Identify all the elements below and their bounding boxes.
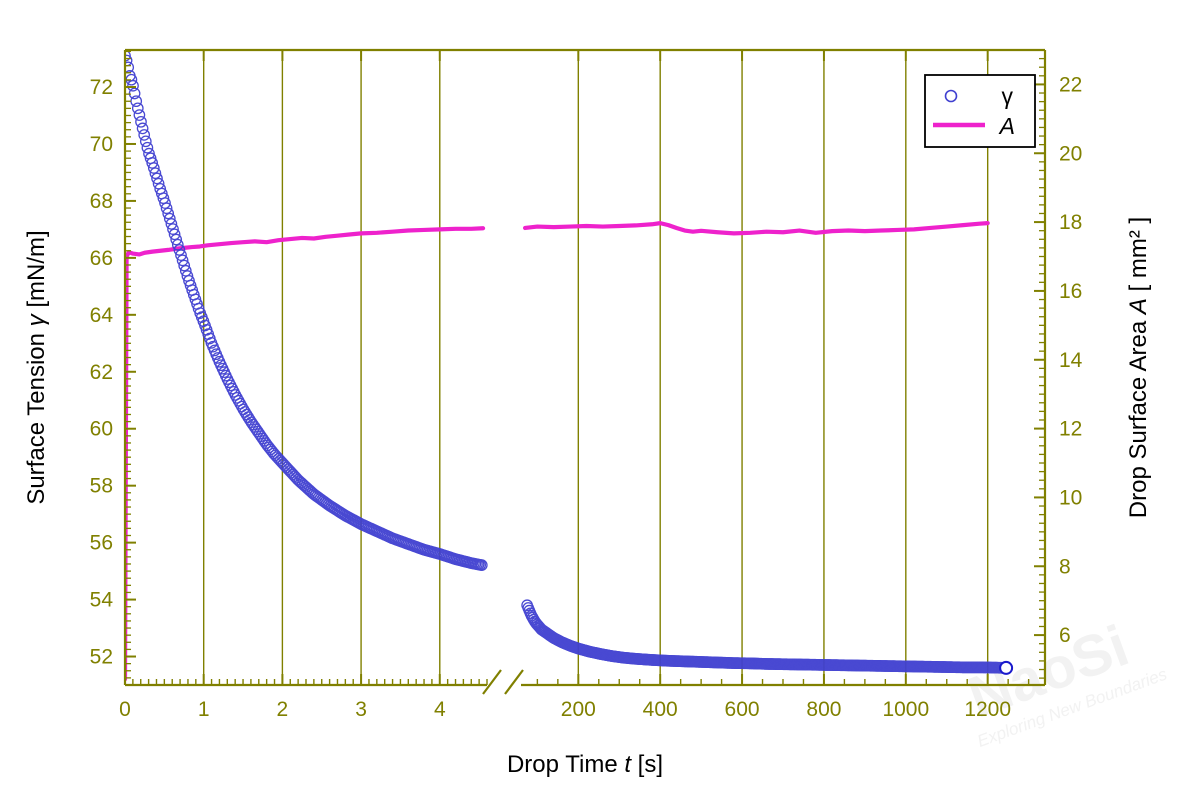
- x-tick-label: 600: [725, 698, 760, 721]
- y-tick-label-right: 8: [1059, 555, 1071, 578]
- chart-figure: NaoSi Exploring New Boundaries 0 1 2 3 4 200 400…: [0, 0, 1200, 800]
- x-tick-label: 200: [561, 698, 596, 721]
- y-tick-label-right: 12: [1059, 418, 1082, 441]
- y-tick-label-right: 20: [1059, 142, 1082, 165]
- y-tick-label-left: 52: [90, 646, 113, 669]
- x-tick-label: 1200: [964, 698, 1011, 721]
- y-tick-label-right: 10: [1059, 486, 1082, 509]
- x-tick-label: 3: [355, 698, 367, 721]
- x-tick-label: 800: [806, 698, 841, 721]
- y-tick-label-left: 58: [90, 475, 113, 498]
- x-tick-label: 1000: [882, 698, 929, 721]
- y-tick-label-left: 54: [90, 589, 114, 612]
- legend-label-gamma: γ: [1002, 83, 1014, 109]
- x-tick-label: 4: [434, 698, 446, 721]
- y-tick-label-right: 22: [1059, 73, 1082, 96]
- legend-label-area: A: [998, 113, 1015, 139]
- legend-box: [924, 74, 1036, 148]
- y-tick-label-left: 62: [90, 361, 113, 384]
- y-tick-label-left: 60: [90, 418, 113, 441]
- x-tick-label: 0: [119, 698, 131, 721]
- y-tick-label-right: 18: [1059, 211, 1082, 234]
- chart-root: NaoSiExploring New Boundaries0 1 2 3 4 200 400…: [0, 0, 1200, 800]
- x-tick-label: 1: [198, 698, 210, 721]
- y-tick-label-left: 72: [90, 76, 113, 99]
- x-tick-label: 2: [277, 698, 289, 721]
- y-tick-label-left: 56: [90, 532, 113, 555]
- y-tick-label-right: 16: [1059, 280, 1082, 303]
- y-tick-label-left: 64: [90, 304, 114, 327]
- x-axis-title: Drop Time t [s]: [507, 751, 663, 778]
- y-axis-title-left: Surface Tension γ [mN/m]: [23, 230, 50, 504]
- y-tick-label-left: 66: [90, 247, 113, 270]
- x-tick-label: 400: [643, 698, 678, 721]
- y-tick-label-right: 14: [1059, 349, 1083, 372]
- legend[interactable]: γA: [924, 74, 1036, 148]
- y-tick-label-left: 70: [90, 133, 113, 156]
- series-gamma-last-point: [999, 660, 1014, 675]
- y-tick-label-left: 68: [90, 190, 113, 213]
- y-tick-label-right: 6: [1059, 624, 1071, 647]
- y-axis-title-right: Drop Surface Area A [ mm² ]: [1125, 217, 1152, 518]
- surface-tension-chart: NaoSiExploring New Boundaries0 1 2 3 4 200 400…: [0, 0, 1200, 800]
